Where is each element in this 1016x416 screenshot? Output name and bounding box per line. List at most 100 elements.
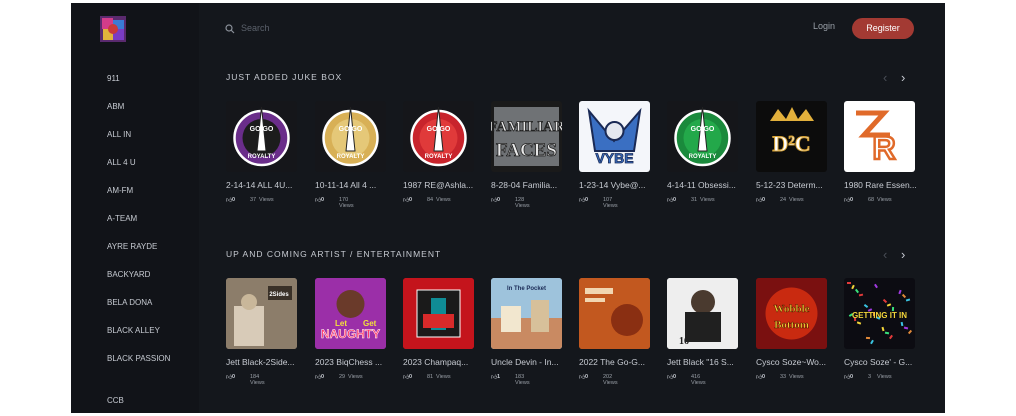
card-title[interactable]: 5-12-23 Determ... (756, 180, 830, 190)
card-title[interactable]: 2023 BiqChess ... (315, 357, 389, 367)
card-stats: 👍︎ 0 170 Views (315, 196, 391, 218)
cover-art-thumbnail[interactable] (579, 278, 650, 349)
card-title[interactable]: 10-11-14 All 4 ... (315, 180, 389, 190)
media-card[interactable]: FAMILIAR FACES 8-28-04 Familia... 👍︎ 0 128 Vie… (491, 101, 567, 218)
svg-text:FAMILIAR: FAMILIAR (491, 119, 562, 135)
card-stats: 👍︎ 0 84 Views (403, 196, 479, 218)
sidebar-item[interactable]: BELA DONA (107, 297, 187, 308)
like-count: 0 (762, 197, 766, 203)
view-count: 29 (339, 374, 346, 380)
media-card[interactable]: R 1980 Rare Essen... 👍︎ 0 68 Views (844, 101, 920, 218)
media-card[interactable]: 2023 Champaq... 👍︎ 0 81 Views (403, 278, 479, 395)
svg-text:GO GO: GO GO (427, 126, 451, 133)
media-card[interactable]: Let Get NAUGHTY 2023 BiqChess ... 👍︎ 0 29 Views (315, 278, 391, 395)
svg-text:Bottom: Bottom (774, 319, 809, 331)
cover-art-thumbnail[interactable]: GO GO ROYALTY (667, 101, 738, 172)
sidebar-item[interactable]: AYRE RAYDE (107, 241, 187, 252)
view-count: 84 (427, 197, 434, 203)
card-stats: 👍︎ 0 31 Views (667, 196, 743, 218)
media-card[interactable]: VYBE 1-23-14 Vybe@... 👍︎ 0 107 Views (579, 101, 655, 218)
media-card[interactable]: 16 Jett Black "16 S... 👍︎ 0 416 Views (667, 278, 743, 395)
like-count: 0 (321, 197, 325, 203)
card-stats: 👍︎ 0 81 Views (403, 373, 479, 395)
section-title-juke-box: JUST ADDED JUKE BOX (226, 72, 343, 82)
view-count: 24 (780, 197, 787, 203)
cover-art-thumbnail[interactable]: Let Get NAUGHTY (315, 278, 386, 349)
cover-art-thumbnail[interactable]: 16 (667, 278, 738, 349)
cover-art-thumbnail[interactable]: GO GO ROYALTY (226, 101, 297, 172)
register-button[interactable]: Register (852, 18, 914, 39)
card-title[interactable]: 1980 Rare Essen... (844, 180, 918, 190)
card-title[interactable]: Uncle Devin - In... (491, 357, 565, 367)
cover-art-thumbnail[interactable]: Wobble Bottom (756, 278, 827, 349)
carousel-next-arrow-icon[interactable]: › (901, 71, 905, 84)
sidebar-item[interactable]: BACKYARD (107, 269, 187, 280)
sidebar-item[interactable]: ALL IN (107, 129, 187, 140)
search-input[interactable] (239, 19, 443, 37)
sidebar-item[interactable]: A-TEAM (107, 213, 187, 224)
sidebar-item[interactable]: ABM (107, 101, 187, 112)
media-card[interactable]: GO GO ROYALTY 1987 RE@Ashla... 👍︎ 0 84 Views (403, 101, 479, 218)
card-title[interactable]: 2022 The Go-G... (579, 357, 653, 367)
svg-text:R: R (872, 130, 895, 166)
card-title[interactable]: Jett Black-2Side... (226, 357, 300, 367)
media-card[interactable]: In The Pocket Uncle Devin - In... 👍︎ 1 183 Vi… (491, 278, 567, 395)
card-title[interactable]: 2-14-14 ALL 4U... (226, 180, 300, 190)
cover-art-thumbnail[interactable]: 2Sides (226, 278, 297, 349)
cover-art-thumbnail[interactable]: FAMILIAR FACES (491, 101, 562, 172)
svg-text:NAUGHTY: NAUGHTY (321, 327, 380, 341)
cover-art-thumbnail[interactable]: VYBE (579, 101, 650, 172)
cover-art-thumbnail[interactable]: GO GO ROYALTY (315, 101, 386, 172)
card-title[interactable]: Cysco Soze' - G... (844, 357, 918, 367)
sidebar-item[interactable]: CCB (107, 395, 187, 406)
media-card[interactable]: 2Sides Jett Black-2Side... 👍︎ 0 184 Views (226, 278, 302, 395)
carousel-prev-arrow-icon[interactable]: ‹ (883, 248, 887, 261)
card-title[interactable]: 8-28-04 Familia... (491, 180, 565, 190)
card-stats: 👍︎ 0 128 Views (491, 196, 567, 218)
svg-text:ROYALTY: ROYALTY (337, 154, 365, 160)
cover-art-thumbnail[interactable]: GO GO ROYALTY (403, 101, 474, 172)
views-label: Views (436, 197, 451, 203)
cover-art-thumbnail[interactable] (403, 278, 474, 349)
like-count: 1 (497, 374, 501, 380)
card-stats: 👍︎ 0 416 Views (667, 373, 743, 395)
card-stats: 👍︎ 0 37 Views (226, 196, 302, 218)
svg-text:16: 16 (679, 336, 689, 347)
sidebar-item[interactable]: 911 (107, 73, 187, 84)
media-card[interactable]: D²C 5-12-23 Determ... 👍︎ 0 24 Views (756, 101, 832, 218)
sidebar-item[interactable]: AM-FM (107, 185, 187, 196)
svg-text:ROYALTY: ROYALTY (425, 154, 453, 160)
site-logo[interactable] (100, 16, 126, 42)
like-count: 0 (585, 374, 589, 380)
sidebar-item[interactable]: BLACK ALLEY (107, 325, 187, 336)
card-stats: 👍︎ 0 24 Views (756, 196, 832, 218)
media-card[interactable]: 2022 The Go-G... 👍︎ 0 202 Views (579, 278, 655, 395)
cover-art-thumbnail[interactable]: R (844, 101, 915, 172)
media-card[interactable]: GO GO ROYALTY 10-11-14 All 4 ... 👍︎ 0 170 View… (315, 101, 391, 218)
card-title[interactable]: 4-14-11 Obsessi... (667, 180, 741, 190)
cover-art-thumbnail[interactable]: In The Pocket (491, 278, 562, 349)
card-title[interactable]: Jett Black "16 S... (667, 357, 741, 367)
card-title[interactable]: 2023 Champaq... (403, 357, 477, 367)
like-count: 0 (321, 374, 325, 380)
cover-art-thumbnail[interactable]: D²C (756, 101, 827, 172)
sidebar-item[interactable]: ALL 4 U (107, 157, 187, 168)
card-title[interactable]: 1987 RE@Ashla... (403, 180, 477, 190)
card-stats: 👍︎ 0 68 Views (844, 196, 920, 218)
media-card[interactable]: GO GO ROYALTY 2-14-14 ALL 4U... 👍︎ 0 37 Views (226, 101, 302, 218)
card-title[interactable]: Cysco Soze~Wo... (756, 357, 830, 367)
sidebar-item[interactable]: BLACK PASSION (107, 353, 187, 364)
sidebar: 911 ABM ALL IN ALL 4 U AM-FM A-TEAM AYRE RAYDE… (71, 3, 199, 413)
media-card[interactable]: GETTING IT IN Cysco Soze' - G... 👍︎ 0 3 Views (844, 278, 920, 395)
login-link[interactable]: Login (813, 21, 835, 31)
svg-text:In The Pocket: In The Pocket (507, 286, 546, 292)
search-icon[interactable] (225, 21, 235, 39)
media-card[interactable]: Wobble Bottom Cysco Soze~Wo... 👍︎ 0 33 Views (756, 278, 832, 395)
like-count: 0 (673, 197, 677, 203)
media-card[interactable]: GO GO ROYALTY 4-14-11 Obsessi... 👍︎ 0 31 Views (667, 101, 743, 218)
carousel-prev-arrow-icon[interactable]: ‹ (883, 71, 887, 84)
carousel-next-arrow-icon[interactable]: › (901, 248, 905, 261)
views-label: Views (877, 197, 892, 203)
cover-art-thumbnail[interactable]: GETTING IT IN (844, 278, 915, 349)
card-title[interactable]: 1-23-14 Vybe@... (579, 180, 653, 190)
